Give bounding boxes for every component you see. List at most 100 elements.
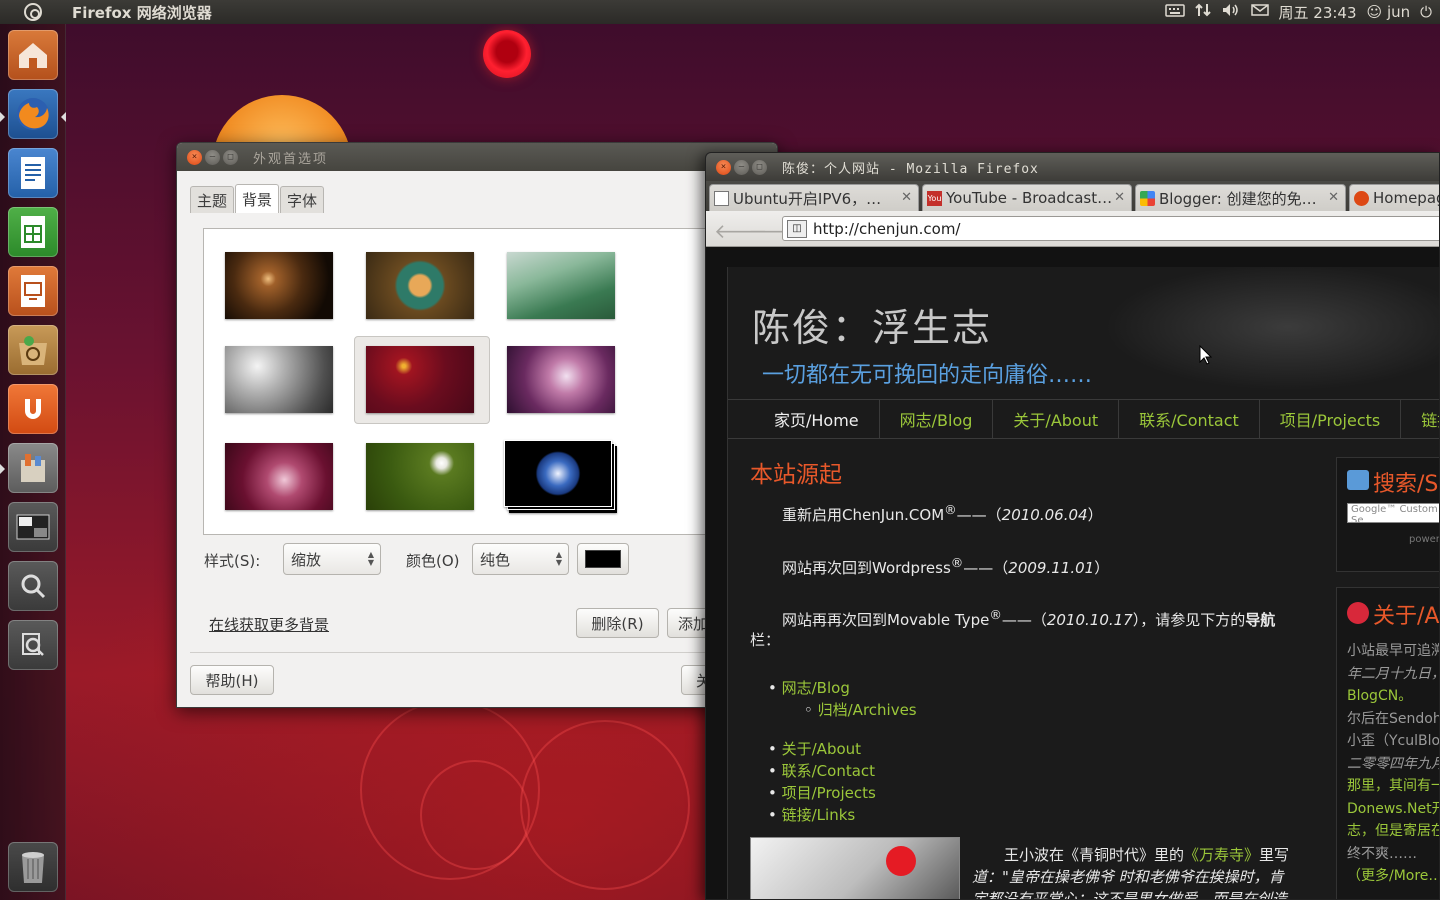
top-panel: Firefox 网络浏览器 周五 23:43 ☺ jun ⏻ [0,0,1440,24]
nav-contact[interactable]: 联系/Contact [1119,400,1260,438]
google-search-input[interactable]: Google™ Custom Se [1347,503,1439,526]
home-folder-icon[interactable] [8,30,58,80]
close-tab-icon[interactable]: ✕ [1114,190,1125,205]
writer-icon[interactable] [8,148,58,198]
software-center-icon[interactable] [8,325,58,375]
nav-bold-word: 导航 [1245,611,1276,629]
list-link-archives[interactable]: 归档/Archives [818,701,917,719]
wallpaper-thumbnail[interactable] [507,346,615,413]
workspace-switcher-icon[interactable] [8,502,58,552]
close-window-icon[interactable]: × [187,149,202,165]
user-menu[interactable]: ☺ jun [1367,3,1411,21]
dash-button[interactable] [0,0,66,24]
about-line[interactable]: BlogCN。 [1347,685,1439,708]
list-link-about[interactable]: 关于/About [782,740,861,758]
list-link-links[interactable]: 链接/Links [782,806,856,824]
browser-tab[interactable]: Blogger: 创建您的免… ✕ [1135,184,1346,211]
quote-text: 里写 [1259,846,1290,864]
volume-icon[interactable] [1221,2,1241,22]
maximize-window-icon[interactable]: □ [223,149,238,165]
wallpaper-thumbnail[interactable] [225,252,333,319]
about-widget-title: 关于/A [1373,604,1440,629]
browser-tab[interactable]: You YouTube - Broadcast… ✕ [922,184,1132,211]
delete-button[interactable]: 删除(R) [576,608,659,638]
background-grid [203,228,777,535]
impress-icon[interactable] [8,266,58,316]
about-line[interactable]: Donews.Net开 [1347,798,1439,821]
quote-link[interactable]: 《万寿寺》 [1184,846,1259,864]
list-item[interactable]: • 网志/Blog [768,677,917,699]
site-title[interactable]: 陈俊：浮生志 [752,297,992,352]
system-settings-icon[interactable] [8,443,58,493]
minimize-window-icon[interactable]: – [205,149,220,165]
browser-tab[interactable]: Ubuntu开启IPV6，… ✕ [709,184,919,211]
list-link-projects[interactable]: 项目/Projects [782,784,876,802]
dash-search-icon[interactable] [8,561,58,611]
quote-line: 道："皇帝在操老佛爷 时和老佛爷在挨操时，肯 [972,868,1284,886]
wallpaper-thumbnail[interactable] [507,252,615,319]
style-combobox[interactable]: 缩放 ▲ ▼ [283,543,381,575]
list-item[interactable]: • 链接/Links [768,804,876,826]
google-icon [1140,190,1155,206]
appearance-titlebar[interactable]: × – □ 外观首选项 [177,143,777,171]
list-link-contact[interactable]: 联系/Contact [782,762,875,780]
tab-background[interactable]: 背景 [235,184,280,213]
nav-links[interactable]: 链接 [1401,400,1439,438]
site-subtitle: 一切都在无可挽回的走向庸俗…… [762,363,1093,388]
firefox-titlebar[interactable]: × – □ 陈俊：个人网站 - Mozilla Firefox [706,153,1439,181]
nav-about[interactable]: 关于/About [993,400,1120,438]
site-identity-icon[interactable]: ◫ [787,219,807,238]
list-item[interactable]: • 关于/About [768,738,876,760]
maximize-window-icon[interactable]: □ [752,159,767,175]
list-item[interactable]: ◦ 归档/Archives [768,699,917,721]
url-bar[interactable]: ◫ http://chenjun.com/ [782,216,1439,241]
help-button[interactable]: 帮助(H) [190,665,274,695]
clock[interactable]: 周五 23:43 [1279,2,1357,23]
style-value: 缩放 [291,550,322,569]
trash-icon[interactable] [8,842,58,892]
tab-fonts[interactable]: 字体 [280,186,325,213]
wallpaper-thumbnail-selected[interactable] [366,346,474,413]
spin-arrows-icon: ▲ ▼ [367,550,374,567]
post-photo[interactable] [750,837,960,899]
page-content: 陈俊：浮生志 一切都在无可挽回的走向庸俗…… 家页/Home 网志/Blog 关… [727,267,1440,899]
calc-icon[interactable] [8,207,58,257]
site-navigation: 家页/Home 网志/Blog 关于/About 联系/Contact 项目/P… [728,399,1439,439]
nav-projects[interactable]: 项目/Projects [1260,400,1402,438]
ubuntu-one-icon[interactable] [8,384,58,434]
color-mode-combobox[interactable]: 纯色 ▲ ▼ [472,543,569,575]
tab-theme[interactable]: 主题 [190,186,235,213]
about-line: 尔后在Sendoh [1347,710,1440,727]
close-tab-icon[interactable]: ✕ [901,190,912,205]
browser-tab[interactable]: Homepag [1349,184,1439,211]
about-more-link[interactable]: （更多/More… [1347,865,1439,888]
wallpaper-thumbnail[interactable] [366,443,474,510]
wallpaper-thumbnail[interactable] [366,252,474,319]
style-label: 样式(S): [204,552,261,570]
firefox-window: × – □ 陈俊：个人网站 - Mozilla Firefox Ubuntu开启… [705,152,1440,900]
keyboard-icon[interactable] [1164,3,1185,21]
wallpaper-thumbnail[interactable] [225,443,333,510]
nav-blog[interactable]: 网志/Blog [880,400,994,438]
indicator-area: 周五 23:43 ☺ jun ⏻ [1164,0,1432,24]
list-item[interactable]: • 联系/Contact [768,760,876,782]
list-link-blog[interactable]: 网志/Blog [782,679,850,697]
user-icon: ☺ [1366,3,1383,21]
more-backgrounds-link[interactable]: 在线获取更多背景 [209,614,329,635]
ubuntu-icon [1354,190,1369,206]
powered-by-text: power [1409,534,1440,545]
power-icon[interactable]: ⏻ [1420,3,1432,21]
nav-home[interactable]: 家页/Home [728,400,880,438]
wallpaper-thumbnail[interactable] [225,346,333,413]
color-picker-button[interactable] [577,543,629,575]
minimize-window-icon[interactable]: – [734,159,749,175]
close-window-icon[interactable]: × [716,159,731,175]
wallpaper-thumbnail-earth[interactable] [504,440,612,507]
list-item[interactable]: • 项目/Projects [768,782,876,804]
close-tab-icon[interactable]: ✕ [1328,190,1339,205]
network-icon[interactable] [1194,2,1211,22]
photo-red-dot [886,846,916,876]
dash-files-icon[interactable] [8,620,58,670]
mail-icon[interactable] [1250,3,1269,21]
firefox-icon[interactable] [8,89,58,139]
